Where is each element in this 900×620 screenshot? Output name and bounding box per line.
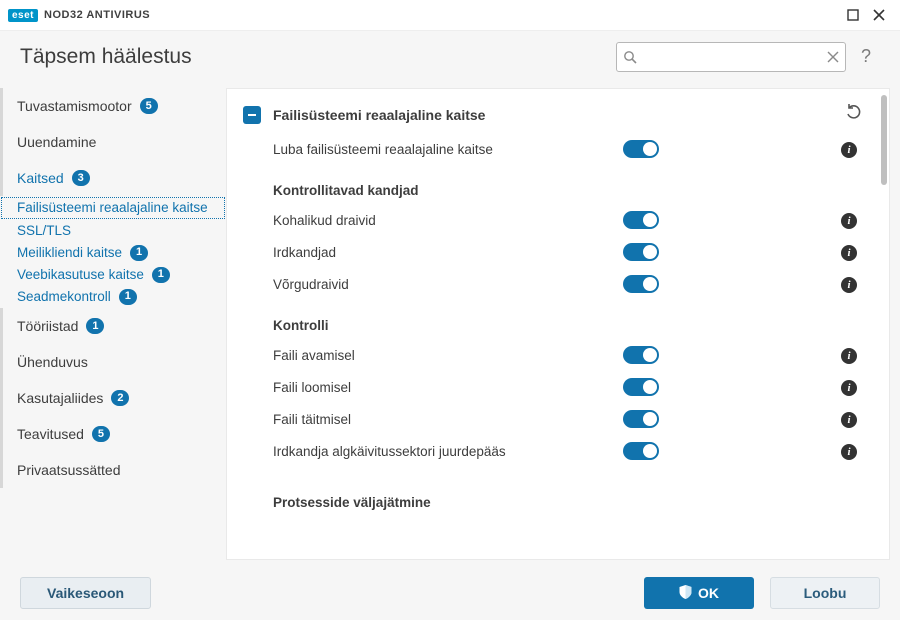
media-label: Võrgudraivid bbox=[273, 277, 623, 292]
shield-icon bbox=[679, 585, 692, 602]
info-icon[interactable]: i bbox=[841, 142, 857, 158]
sidebar-item-label: Ühenduvus bbox=[17, 354, 88, 370]
sidebar-badge: 1 bbox=[130, 245, 148, 261]
sidebar-item-11[interactable]: Teavitused 5 bbox=[0, 416, 226, 452]
scan-label: Faili täitmisel bbox=[273, 412, 623, 427]
cancel-button-label: Loobu bbox=[804, 585, 847, 601]
window-close-button[interactable] bbox=[866, 2, 892, 28]
sidebar-item-6[interactable]: Veebikasutuse kaitse 1 bbox=[0, 264, 226, 286]
sidebar-item-3[interactable]: Failisüsteemi reaalajaline kaitse bbox=[0, 196, 226, 220]
sidebar-item-4[interactable]: SSL/TLS bbox=[0, 220, 226, 242]
cancel-button[interactable]: Loobu bbox=[770, 577, 880, 609]
sidebar-item-5[interactable]: Meilikliendi kaitse 1 bbox=[0, 242, 226, 264]
sidebar-item-label: Kaitsed bbox=[17, 170, 64, 186]
sidebar-item-2[interactable]: Kaitsed 3 bbox=[0, 160, 226, 196]
sidebar-item-label: Failisüsteemi reaalajaline kaitse bbox=[17, 199, 208, 217]
sidebar: Tuvastamismootor 5 Uuendamine Kaitsed 3 Faili… bbox=[0, 82, 226, 566]
media-toggle-0[interactable] bbox=[623, 211, 659, 229]
group-processes-label: Protsesside väljajätmine bbox=[243, 467, 863, 516]
info-icon[interactable]: i bbox=[841, 444, 857, 460]
page-title: Täpsem häälestus bbox=[20, 45, 192, 69]
media-row-1: Irdkandjad i bbox=[243, 236, 863, 268]
sidebar-item-label: Teavitused bbox=[17, 426, 84, 442]
media-toggle-1[interactable] bbox=[623, 243, 659, 261]
sidebar-item-7[interactable]: Seadmekontroll 1 bbox=[0, 286, 226, 308]
titlebar: eset NOD32 ANTIVIRUS bbox=[0, 0, 900, 30]
sidebar-item-10[interactable]: Kasutajaliides 2 bbox=[0, 380, 226, 416]
info-icon[interactable]: i bbox=[841, 277, 857, 293]
ok-button[interactable]: OK bbox=[644, 577, 754, 609]
info-icon[interactable]: i bbox=[841, 348, 857, 364]
help-button[interactable]: ? bbox=[852, 46, 880, 67]
window-maximize-button[interactable] bbox=[840, 2, 866, 28]
sidebar-badge: 1 bbox=[86, 318, 104, 334]
brand-product: NOD32 ANTIVIRUS bbox=[44, 9, 150, 21]
sidebar-item-1[interactable]: Uuendamine bbox=[0, 124, 226, 160]
scan-label: Irdkandja algkäivitussektori juurdepääs bbox=[273, 444, 623, 459]
clear-search-icon[interactable] bbox=[827, 51, 839, 63]
sidebar-item-12[interactable]: Privaatsussätted bbox=[0, 452, 226, 488]
sidebar-item-label: Tööriistad bbox=[17, 318, 78, 334]
sidebar-item-label: Uuendamine bbox=[17, 134, 96, 150]
sidebar-item-label: SSL/TLS bbox=[17, 222, 71, 240]
default-button-label: Vaikeseoon bbox=[47, 585, 124, 601]
section-header: Failisüsteemi reaalajaline kaitse bbox=[243, 89, 863, 133]
sidebar-badge: 5 bbox=[140, 98, 158, 114]
sidebar-item-label: Veebikasutuse kaitse bbox=[17, 266, 144, 284]
media-toggle-2[interactable] bbox=[623, 275, 659, 293]
enable-realtime-toggle[interactable] bbox=[623, 140, 659, 158]
collapse-icon[interactable] bbox=[243, 106, 261, 124]
brand-badge: eset bbox=[8, 9, 38, 22]
sidebar-item-8[interactable]: Tööriistad 1 bbox=[0, 308, 226, 344]
group-scan-label: Kontrolli bbox=[243, 300, 863, 339]
search-icon bbox=[623, 50, 637, 64]
scan-row-2: Faili täitmisel i bbox=[243, 403, 863, 435]
brand: eset NOD32 ANTIVIRUS bbox=[8, 9, 150, 22]
info-icon[interactable]: i bbox=[841, 213, 857, 229]
media-label: Irdkandjad bbox=[273, 245, 623, 260]
sidebar-item-label: Seadmekontroll bbox=[17, 288, 111, 306]
scan-row-3: Irdkandja algkäivitussektori juurdepääs i bbox=[243, 435, 863, 467]
sidebar-item-label: Kasutajaliides bbox=[17, 390, 103, 406]
sidebar-badge: 1 bbox=[119, 289, 137, 305]
search-box[interactable] bbox=[616, 42, 846, 72]
search-input[interactable] bbox=[643, 49, 821, 64]
scan-toggle-1[interactable] bbox=[623, 378, 659, 396]
sidebar-badge: 5 bbox=[92, 426, 110, 442]
info-icon[interactable]: i bbox=[841, 380, 857, 396]
revert-icon[interactable] bbox=[845, 104, 863, 127]
scan-row-0: Faili avamisel i bbox=[243, 339, 863, 371]
sidebar-item-label: Tuvastamismootor bbox=[17, 98, 132, 114]
header: Täpsem häälestus ? bbox=[0, 30, 900, 82]
sidebar-badge: 3 bbox=[72, 170, 90, 186]
group-media-label: Kontrollitavad kandjad bbox=[243, 165, 863, 204]
info-icon[interactable]: i bbox=[841, 245, 857, 261]
footer: Vaikeseoon OK Loobu bbox=[0, 566, 900, 620]
media-row-0: Kohalikud draivid i bbox=[243, 204, 863, 236]
sidebar-item-9[interactable]: Ühenduvus bbox=[0, 344, 226, 380]
default-button[interactable]: Vaikeseoon bbox=[20, 577, 151, 609]
enable-realtime-label: Luba failisüsteemi reaalajaline kaitse bbox=[273, 142, 623, 157]
scan-toggle-0[interactable] bbox=[623, 346, 659, 364]
enable-realtime-row: Luba failisüsteemi reaalajaline kaitse i bbox=[243, 133, 863, 165]
scan-toggle-2[interactable] bbox=[623, 410, 659, 428]
ok-button-label: OK bbox=[698, 585, 719, 601]
media-row-2: Võrgudraivid i bbox=[243, 268, 863, 300]
sidebar-badge: 2 bbox=[111, 390, 129, 406]
scan-row-1: Faili loomisel i bbox=[243, 371, 863, 403]
section-title: Failisüsteemi reaalajaline kaitse bbox=[273, 107, 485, 123]
sidebar-item-label: Meilikliendi kaitse bbox=[17, 244, 122, 262]
content-panel: Failisüsteemi reaalajaline kaitse Luba f… bbox=[226, 88, 890, 560]
scrollbar-track[interactable] bbox=[881, 95, 887, 553]
sidebar-item-0[interactable]: Tuvastamismootor 5 bbox=[0, 88, 226, 124]
sidebar-item-label: Privaatsussätted bbox=[17, 462, 121, 478]
info-icon[interactable]: i bbox=[841, 412, 857, 428]
scan-toggle-3[interactable] bbox=[623, 442, 659, 460]
scan-label: Faili avamisel bbox=[273, 348, 623, 363]
media-label: Kohalikud draivid bbox=[273, 213, 623, 228]
sidebar-badge: 1 bbox=[152, 267, 170, 283]
scrollbar-thumb[interactable] bbox=[881, 95, 887, 185]
scan-label: Faili loomisel bbox=[273, 380, 623, 395]
